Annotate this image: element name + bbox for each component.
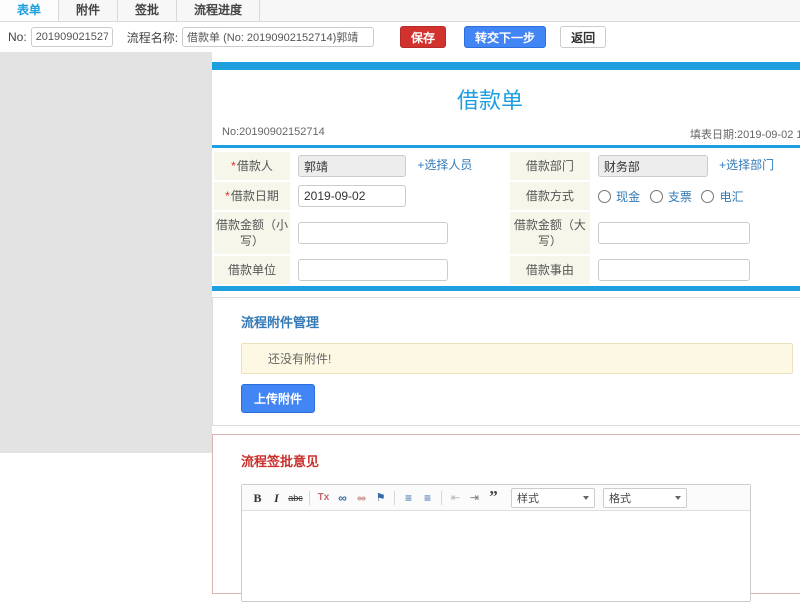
top-tab-bar: 表单 附件 签批 流程进度 — [0, 0, 800, 22]
required-asterisk: * — [225, 189, 230, 203]
loan-date-label: *借款日期 — [214, 182, 290, 210]
blockquote-icon[interactable]: ” — [484, 485, 503, 510]
approval-heading: 流程签批意见 — [241, 454, 320, 469]
upload-attachment-button[interactable]: 上传附件 — [241, 384, 316, 413]
no-label: No: — [8, 30, 27, 44]
amount-upper-label: 借款金额（大写） — [509, 212, 590, 254]
form-title: 借款单 — [456, 88, 523, 113]
loan-method-label: 借款方式 — [509, 182, 590, 210]
unlink-icon[interactable]: ∞ — [352, 489, 371, 507]
back-button[interactable]: 返回 — [560, 26, 607, 48]
rich-text-editor: B I abc Tx ∞ ∞ ⚑ ≡ ≡ ⇤ ⇥ ” 样式 格式 — [241, 484, 751, 602]
method-cash-option[interactable]: 现金 — [597, 189, 644, 204]
content-area: 借款单 No:20190902152714 填表日期:2019-09-02 15… — [212, 52, 800, 602]
tab-approval[interactable]: 签批 — [118, 0, 178, 21]
styles-dropdown[interactable]: 样式 — [511, 487, 595, 508]
loan-unit-label: 借款单位 — [214, 256, 290, 284]
tab-progress[interactable]: 流程进度 — [177, 0, 261, 21]
editor-content-area[interactable] — [242, 511, 750, 601]
toolbar-separator — [394, 490, 395, 505]
styles-dropdown-label: 样式 — [517, 492, 539, 505]
department-label: 借款部门 — [509, 152, 590, 180]
next-step-button[interactable]: 转交下一步 — [464, 26, 547, 48]
borrower-input[interactable] — [298, 155, 406, 177]
tab-attachments[interactable]: 附件 — [59, 0, 119, 21]
toolbar-separator — [441, 490, 442, 505]
bold-icon[interactable]: B — [248, 489, 267, 507]
italic-icon[interactable]: I — [267, 489, 286, 507]
approval-panel: 流程签批意见 B I abc Tx ∞ ∞ ⚑ ≡ ≡ ⇤ ⇥ ” 样式 格式 — [212, 434, 800, 602]
toolbar-separator — [309, 490, 310, 505]
anchor-icon[interactable]: ⚑ — [371, 489, 390, 507]
process-toolbar: No: 流程名称: 保存 转交下一步 返回 — [0, 22, 800, 53]
format-dropdown-label: 格式 — [609, 492, 631, 505]
loan-reason-label: 借款事由 — [509, 256, 590, 284]
form-subheader: No:20190902152714 填表日期:2019-09-02 15:27:… — [212, 121, 800, 145]
caret-down-icon — [583, 495, 589, 500]
loan-date-input[interactable] — [298, 185, 406, 207]
wire-radio[interactable] — [701, 189, 715, 203]
check-radio[interactable] — [649, 189, 663, 203]
no-attachments-alert: 还没有附件! — [241, 343, 793, 374]
strikethrough-icon[interactable]: abc — [286, 489, 305, 507]
table-row: 借款金额（小写） 借款金额（大写） — [214, 212, 800, 254]
bullet-list-icon[interactable]: ≡ — [418, 489, 437, 507]
outdent-icon[interactable]: ⇤ — [446, 489, 465, 507]
editor-toolbar: B I abc Tx ∞ ∞ ⚑ ≡ ≡ ⇤ ⇥ ” 样式 格式 — [242, 485, 750, 511]
wire-label: 电汇 — [719, 189, 744, 204]
borrower-label: *借款人 — [214, 152, 290, 180]
cash-label: 现金 — [616, 189, 641, 204]
method-check-option[interactable]: 支票 — [649, 189, 696, 204]
amount-lower-input[interactable] — [298, 222, 448, 244]
loan-unit-input[interactable] — [298, 259, 448, 281]
flow-name-input[interactable] — [182, 27, 375, 47]
indent-icon[interactable]: ⇥ — [465, 489, 484, 507]
cash-radio[interactable] — [597, 189, 611, 203]
remove-format-icon[interactable]: Tx — [314, 489, 333, 507]
department-input[interactable] — [597, 155, 708, 177]
attachments-heading: 流程附件管理 — [241, 315, 320, 330]
tab-form[interactable]: 表单 — [0, 0, 60, 21]
panel-top-bar — [212, 62, 800, 70]
ordered-list-icon[interactable]: ≡ — [399, 489, 418, 507]
table-row: 借款单位 借款事由 — [214, 256, 800, 284]
required-asterisk: * — [231, 159, 236, 173]
format-dropdown[interactable]: 格式 — [603, 487, 687, 508]
save-button[interactable]: 保存 — [400, 26, 447, 48]
link-icon[interactable]: ∞ — [333, 489, 352, 507]
table-row: *借款日期 借款方式 现金 — [214, 182, 800, 210]
attachments-panel: 流程附件管理 还没有附件! 上传附件 — [212, 297, 800, 426]
left-gutter: 借款单 No:20190902152714 填表日期:2019-09-02 15… — [0, 52, 800, 602]
table-row: *借款人 +选择人员 借款部门 +选择部门 — [214, 152, 800, 180]
loan-form-panel: 借款单 No:20190902152714 填表日期:2019-09-02 15… — [212, 62, 800, 291]
amount-lower-label: 借款金额（小写） — [214, 212, 290, 254]
loan-reason-input[interactable] — [597, 259, 750, 281]
check-label: 支票 — [667, 189, 692, 204]
choose-department-link[interactable]: +选择部门 — [719, 158, 774, 172]
form-date-text: 填表日期:2019-09-02 15:27:1 — [690, 129, 800, 141]
method-wire-option[interactable]: 电汇 — [701, 189, 744, 204]
amount-upper-input[interactable] — [597, 222, 750, 244]
choose-person-link[interactable]: +选择人员 — [417, 158, 472, 172]
form-no-text: No:20190902152714 — [222, 126, 325, 138]
flow-name-label: 流程名称: — [126, 30, 179, 45]
no-input[interactable] — [30, 27, 113, 47]
form-fields-area: *借款人 +选择人员 借款部门 +选择部门 — [212, 145, 800, 291]
caret-down-icon — [675, 495, 681, 500]
